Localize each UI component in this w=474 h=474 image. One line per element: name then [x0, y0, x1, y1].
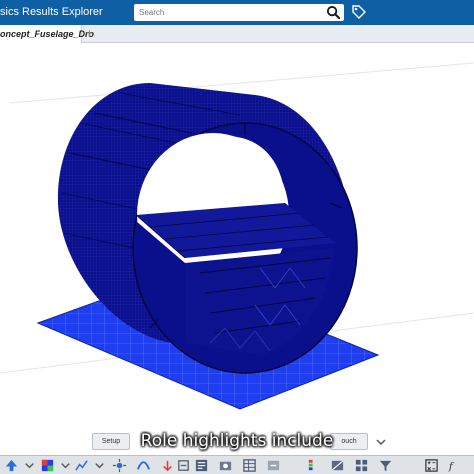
contour-plot-icon[interactable] — [40, 458, 55, 473]
line-plot-icon[interactable] — [74, 458, 89, 473]
app-title: sics Results Explorer — [0, 6, 103, 18]
filter-icon[interactable] — [378, 458, 393, 473]
report-icon[interactable] — [194, 458, 209, 473]
search-icon[interactable] — [326, 5, 341, 20]
probe-icon[interactable] — [112, 458, 127, 473]
document-tab-bar: oncept_Fuselage_Dro + — [0, 25, 474, 43]
dropdown-arrow-icon[interactable] — [58, 458, 73, 473]
tab-fuselage-model[interactable]: oncept_Fuselage_Dro — [0, 25, 94, 43]
multi-view-icon[interactable] — [354, 458, 369, 473]
deformation-icon[interactable] — [136, 458, 151, 473]
title-bar: sics Results Explorer — [0, 0, 474, 25]
plus-icon[interactable]: + — [86, 26, 93, 40]
tab-label: oncept_Fuselage_Dro — [0, 29, 95, 39]
search-box[interactable] — [134, 4, 344, 21]
3d-viewport[interactable] — [0, 43, 474, 455]
up-arrow-icon[interactable] — [4, 458, 19, 473]
dropdown-arrow-icon[interactable] — [22, 458, 37, 473]
fuselage-model-render — [0, 62, 474, 410]
sensor-icon[interactable] — [176, 458, 191, 473]
legend-icon[interactable] — [306, 458, 321, 473]
svg-text:f: f — [448, 460, 455, 472]
action-bar: f — [0, 455, 474, 474]
function-icon[interactable]: f — [446, 458, 461, 473]
tag-icon[interactable] — [351, 4, 367, 20]
search-input[interactable] — [134, 4, 324, 21]
dropdown-arrow-icon[interactable] — [92, 458, 107, 473]
calculator-icon[interactable] — [424, 458, 439, 473]
section-cut-icon[interactable] — [330, 458, 345, 473]
export-icon[interactable] — [266, 458, 281, 473]
arrow-down-icon[interactable] — [160, 458, 175, 473]
table-icon[interactable] — [242, 458, 257, 473]
image-capture-icon[interactable] — [218, 458, 233, 473]
video-caption: Role highlights include — [140, 431, 334, 451]
